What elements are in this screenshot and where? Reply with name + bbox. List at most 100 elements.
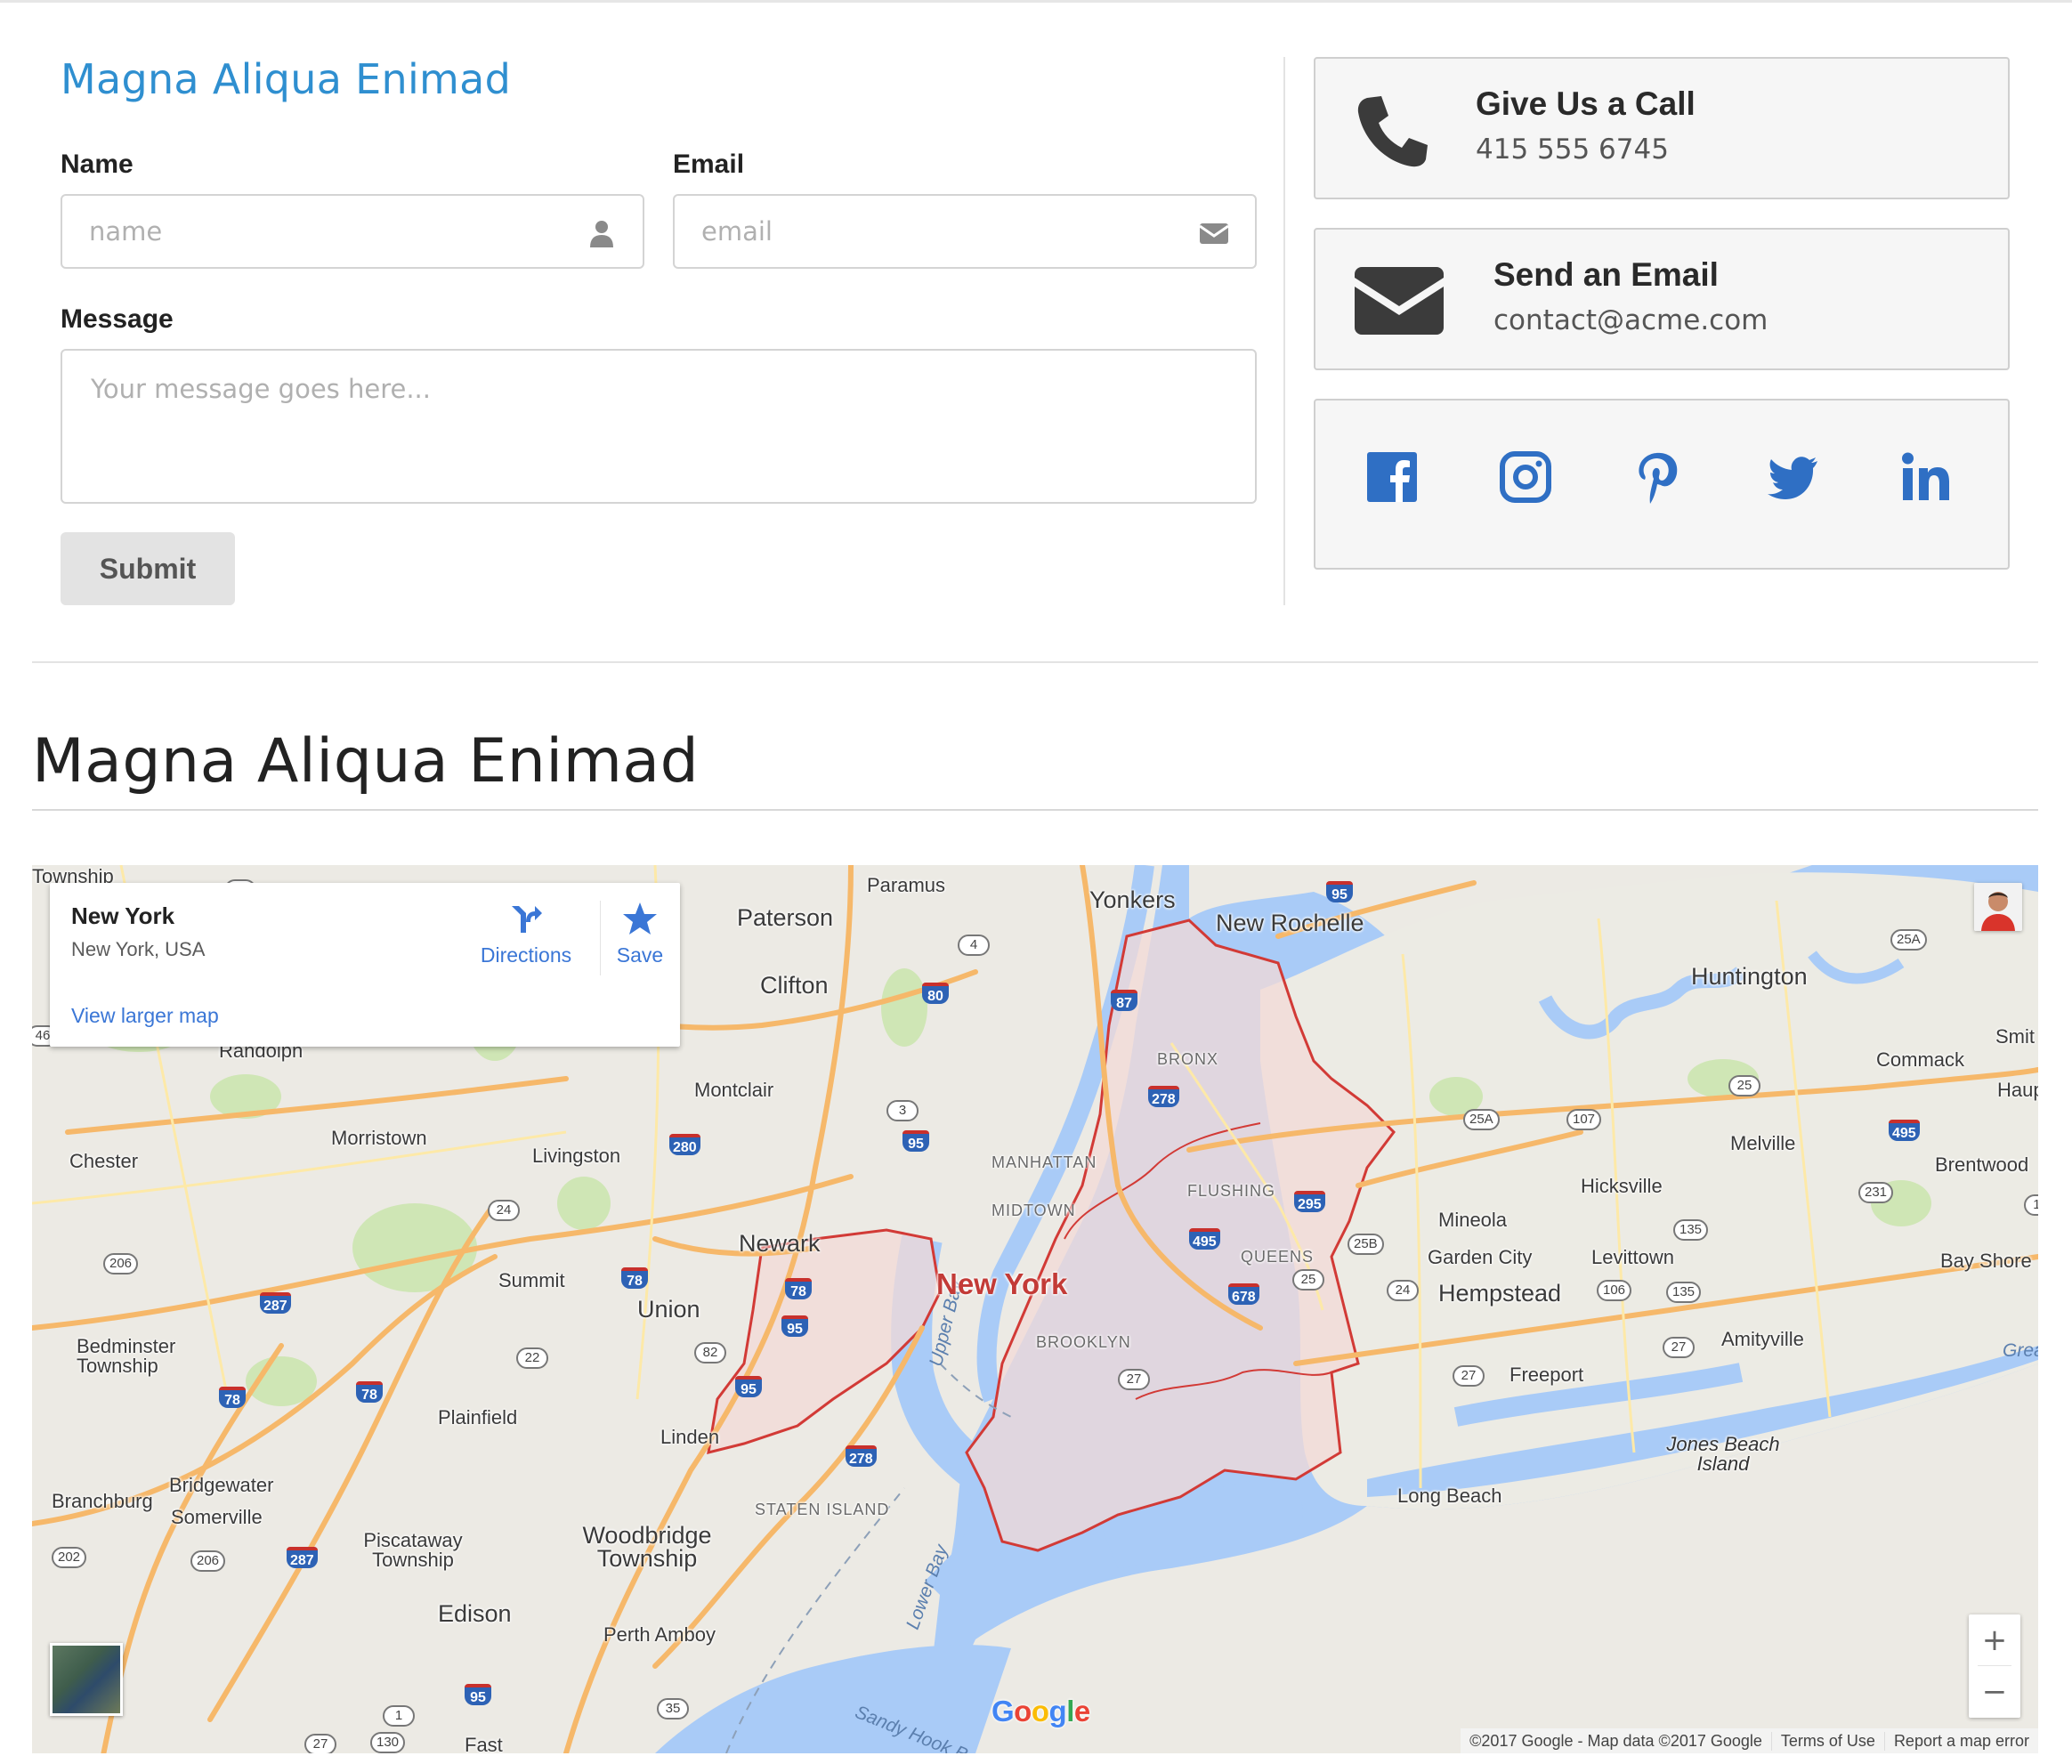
section-divider — [32, 661, 2038, 663]
map-hood-label: FLUSHING — [1187, 1182, 1276, 1200]
avatar[interactable] — [1974, 883, 2022, 931]
email-card[interactable]: Send an Email contact@acme.com — [1314, 228, 2010, 370]
name-label: Name — [61, 150, 134, 179]
social-card — [1314, 399, 2010, 570]
route-marker: 206 — [103, 1253, 139, 1274]
save-label: Save — [616, 943, 664, 967]
map-label: Huntington — [1691, 963, 1808, 990]
interstate-shield: 95 — [902, 1130, 929, 1152]
map-label: Commack — [1876, 1048, 1965, 1071]
map-copyright: ©2017 Google - Map data ©2017 Google — [1469, 1731, 1762, 1750]
map-label: Chester — [69, 1150, 139, 1172]
interstate-shield: 278 — [846, 1445, 877, 1467]
embedded-map[interactable]: Paramus Yonkers New Rochelle Paterson Cl… — [32, 865, 2038, 1753]
top-border — [0, 0, 2072, 3]
instagram-icon[interactable] — [1497, 449, 1554, 506]
route-marker: 27 — [1453, 1365, 1485, 1387]
route-marker: 25A — [1463, 1109, 1500, 1130]
map-label: Livingston — [532, 1145, 621, 1167]
section-title-underline — [32, 809, 2038, 811]
map-label: Hempstead — [1438, 1280, 1562, 1307]
envelope-small-icon — [1199, 223, 1229, 244]
star-icon — [623, 902, 657, 935]
map-label: Amityville — [1721, 1328, 1804, 1350]
map-label: Bay Shore — [1940, 1250, 2032, 1272]
route-marker: 35 — [657, 1698, 689, 1719]
map-hood-label: MIDTOWN — [991, 1202, 1076, 1219]
pinterest-icon[interactable] — [1631, 449, 1688, 506]
email-field — [673, 194, 1257, 269]
map-label: Morristown — [331, 1127, 427, 1149]
map-hood-label: BRONX — [1157, 1050, 1219, 1068]
place-address: New York, USA — [71, 938, 206, 960]
map-label: Long Beach — [1397, 1485, 1502, 1507]
google-logo: Google — [991, 1695, 1090, 1728]
route-marker: 1 — [383, 1705, 415, 1727]
call-card[interactable]: Give Us a Call 415 555 6745 — [1314, 57, 2010, 199]
directions-button[interactable]: Directions — [470, 901, 582, 981]
map-label: Branchburg — [52, 1490, 153, 1512]
map-label: Piscataway Township — [363, 1529, 463, 1571]
message-textarea[interactable] — [62, 351, 1255, 502]
map-label: Smit — [1995, 1025, 2035, 1048]
submit-button[interactable]: Submit — [61, 532, 235, 605]
interstate-shield: 295 — [1294, 1191, 1325, 1212]
section-title: Magna Aliqua Enimad — [32, 726, 700, 797]
user-photo-icon — [1974, 883, 2022, 931]
route-marker: 22 — [516, 1347, 548, 1369]
map-label: Jones Beach Island — [1666, 1433, 1780, 1475]
route-marker: 130 — [370, 1732, 406, 1753]
interstate-shield: 87 — [1111, 990, 1137, 1011]
map-label: Woodbridge Township — [582, 1522, 712, 1572]
map-hood-label: BROOKLYN — [1036, 1333, 1131, 1351]
interstate-shield: 280 — [669, 1134, 700, 1155]
email-title: Send an Email — [1493, 256, 1719, 293]
place-card: New York New York, USA View larger map D… — [50, 883, 680, 1047]
map-label: Melville — [1730, 1132, 1796, 1154]
twitter-icon[interactable] — [1764, 449, 1821, 506]
map-label: Brentwood — [1935, 1153, 2029, 1176]
email-input[interactable] — [701, 196, 1184, 267]
zoom-out-button[interactable]: − — [1969, 1666, 2020, 1717]
map-attribution: ©2017 Google - Map data ©2017 Google Ter… — [1461, 1728, 2038, 1753]
interstate-shield: 287 — [260, 1292, 291, 1314]
route-marker: 206 — [190, 1550, 226, 1572]
phone-icon — [1357, 96, 1428, 167]
message-label: Message — [61, 304, 174, 334]
map-label: Garden City — [1428, 1246, 1533, 1268]
email-address: contact@acme.com — [1493, 304, 1768, 336]
user-icon — [590, 221, 613, 247]
map-water-label: Grea — [2003, 1340, 2038, 1361]
linkedin-icon[interactable] — [1898, 449, 1955, 506]
satellite-toggle[interactable] — [50, 1643, 123, 1716]
route-marker: 231 — [1858, 1182, 1894, 1203]
route-marker: 106 — [1597, 1280, 1632, 1301]
map-label: Clifton — [760, 972, 829, 999]
route-marker: 135 — [1666, 1282, 1702, 1303]
facebook-icon[interactable] — [1364, 449, 1420, 506]
report-map-error-link[interactable]: Report a map error — [1883, 1731, 2038, 1751]
route-marker: 135 — [1673, 1219, 1709, 1241]
route-marker: 3 — [886, 1100, 919, 1121]
terms-of-use-link[interactable]: Terms of Use — [1770, 1731, 1884, 1751]
map-label: Bedminster Township — [77, 1335, 176, 1377]
interstate-shield: 495 — [1889, 1120, 1920, 1141]
route-marker: 25 — [1728, 1075, 1760, 1096]
zoom-in-button[interactable]: + — [1969, 1614, 2020, 1665]
save-button[interactable]: Save — [609, 901, 671, 981]
interstate-shield: 78 — [356, 1381, 383, 1403]
interstate-shield: 95 — [781, 1315, 808, 1337]
map-label: Bridgewater — [169, 1474, 274, 1496]
envelope-icon — [1355, 267, 1444, 335]
interstate-shield: 678 — [1228, 1283, 1259, 1305]
name-input[interactable] — [89, 196, 571, 267]
map-label: Linden — [660, 1426, 720, 1448]
interstate-shield: 278 — [1148, 1086, 1179, 1107]
call-number: 415 555 6745 — [1476, 134, 1669, 166]
route-marker: 24 — [1387, 1280, 1419, 1301]
map-label: Paterson — [737, 904, 834, 931]
map-label: Hicksville — [1581, 1175, 1663, 1197]
route-marker: 27 — [1118, 1369, 1150, 1390]
interstate-shield: 78 — [219, 1387, 246, 1408]
view-larger-map-link[interactable]: View larger map — [71, 1004, 219, 1028]
